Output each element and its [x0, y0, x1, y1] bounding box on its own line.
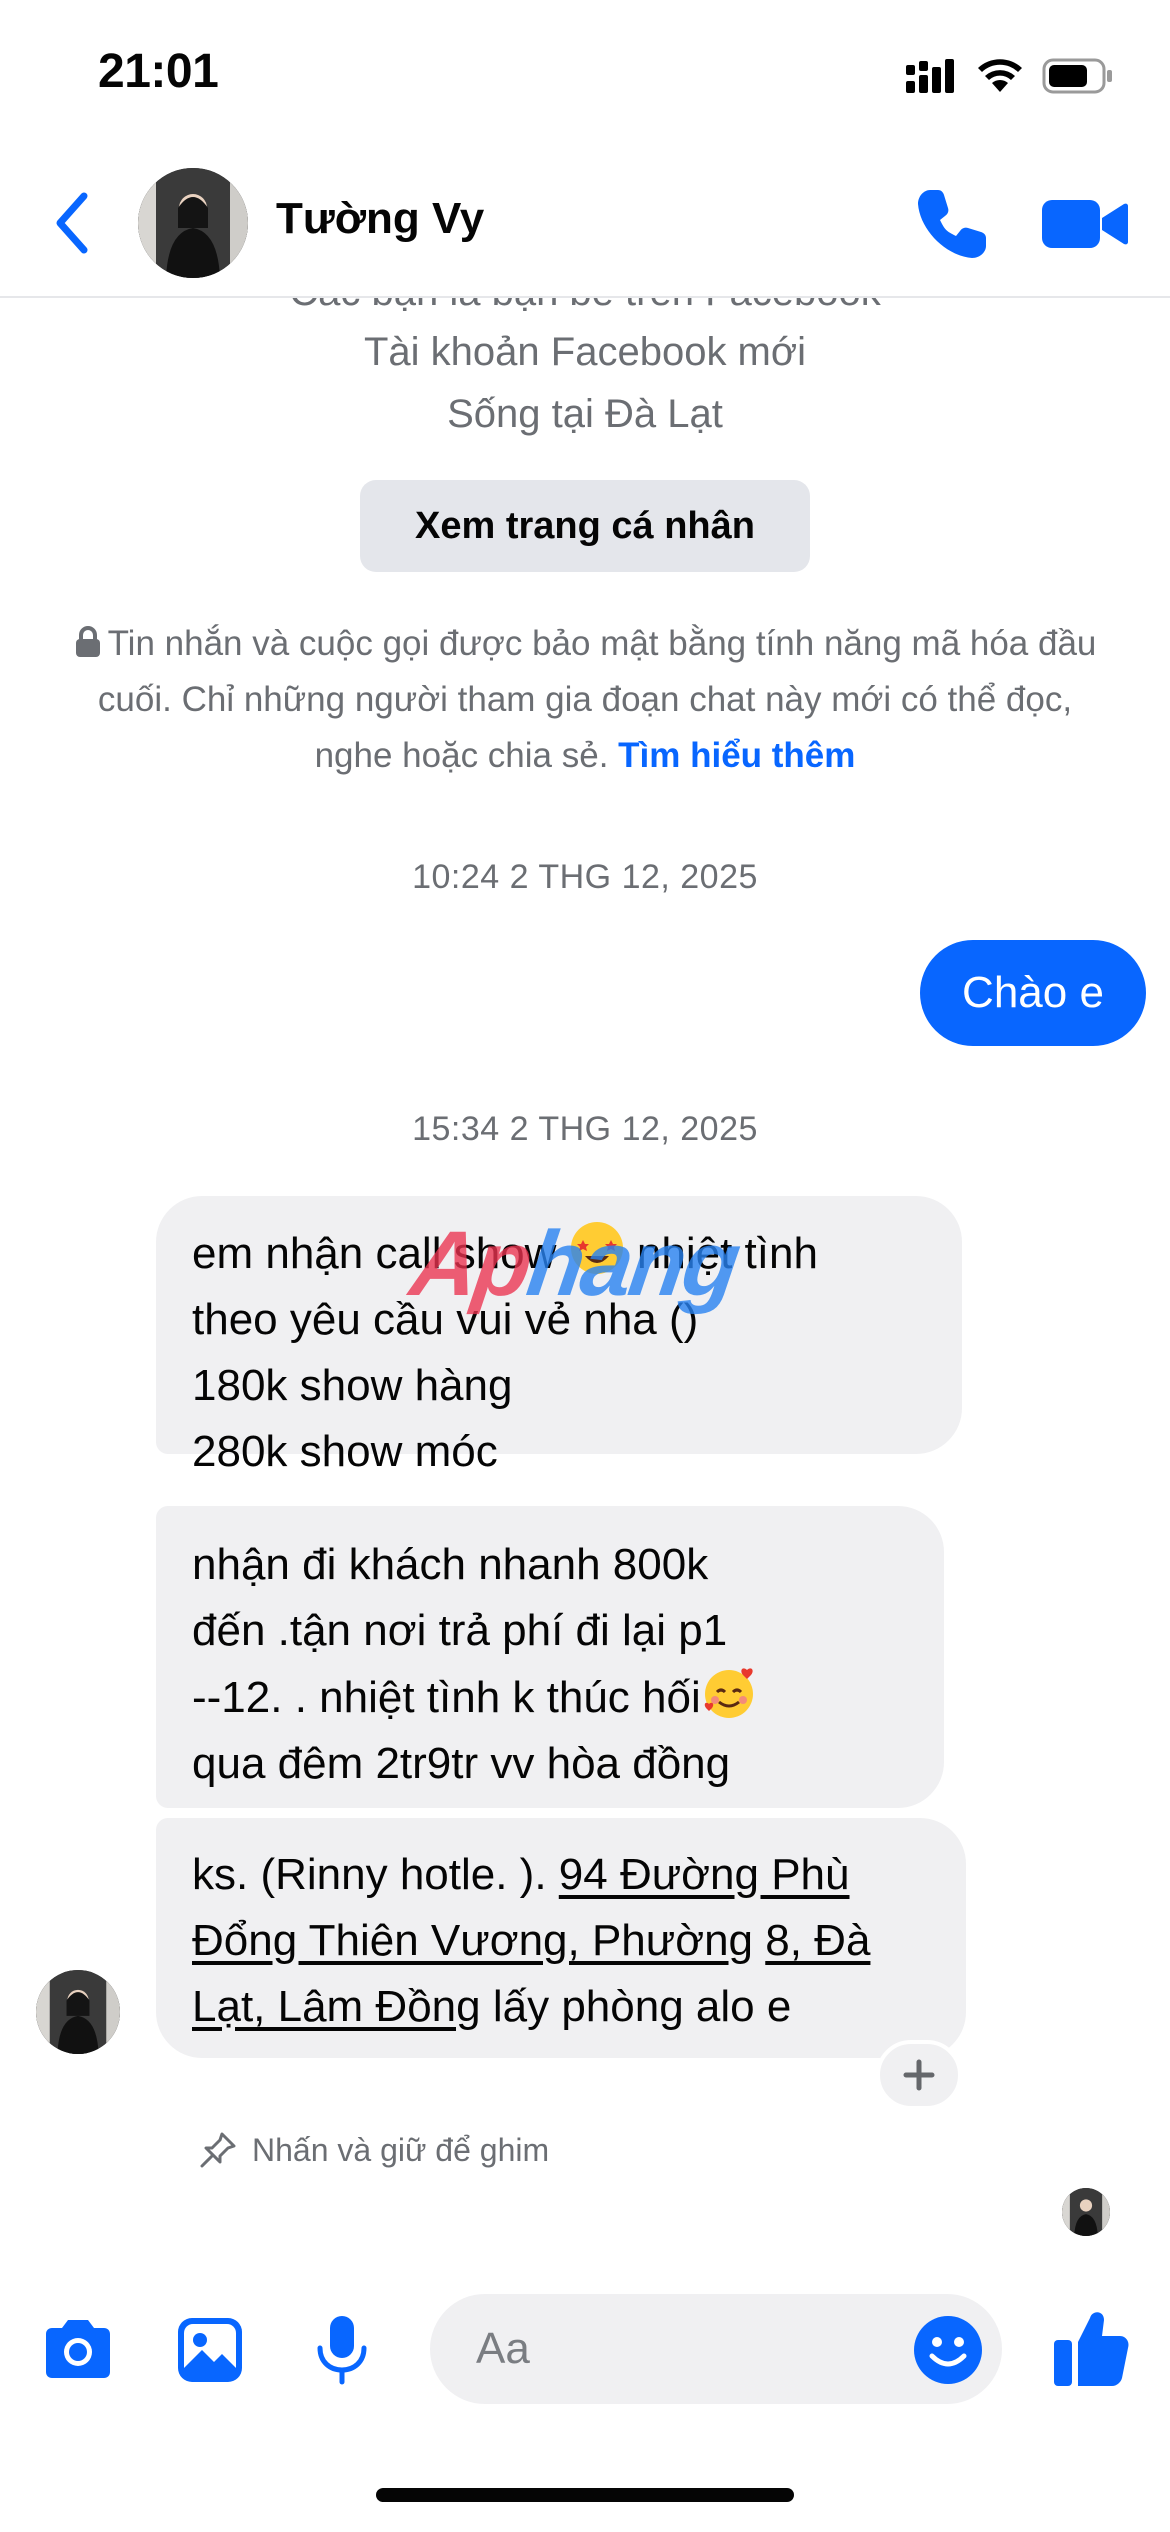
avatar-photo: [36, 1970, 120, 2054]
watermark-part: Ap: [404, 1213, 536, 1315]
encryption-text: Tin nhắn và cuộc gọi được bảo mật bằng t…: [97, 624, 1097, 775]
avatar-photo: [1062, 2188, 1110, 2236]
message-input[interactable]: Aa: [430, 2294, 1002, 2404]
pin-hint: Nhấn và giữ để ghim: [198, 2130, 549, 2170]
message-line: 280k show móc: [192, 1427, 498, 1476]
phone-icon: [918, 190, 986, 258]
watermark-logo: Aphang: [405, 1212, 744, 1317]
image-icon: [178, 2318, 242, 2382]
status-icons: [906, 52, 1114, 100]
like-button[interactable]: [1050, 2304, 1132, 2390]
wifi-icon: [978, 59, 1022, 92]
status-time: 21:01: [98, 45, 219, 98]
message-timestamp: 15:34 2 THG 12, 2025: [412, 1110, 758, 1148]
outgoing-message[interactable]: Chào e: [920, 940, 1146, 1046]
back-button[interactable]: [48, 186, 98, 260]
message-line: --12. . nhiệt tình k thúc hối: [192, 1673, 701, 1722]
watermark-part: hang: [521, 1213, 744, 1315]
location-info: Sống tại Đà Lạt: [447, 392, 723, 436]
friends-info: Các bạn là bạn bè trên Facebook: [0, 298, 1170, 315]
contact-name[interactable]: Tường Vy: [276, 194, 484, 244]
message-composer: Aa: [0, 2258, 1170, 2458]
video-call-button[interactable]: [1040, 184, 1130, 264]
voice-call-button[interactable]: [912, 184, 992, 264]
account-info: Tài khoản Facebook mới: [364, 330, 806, 374]
message-line: 180k show hàng: [192, 1361, 513, 1410]
message-text: lấy phòng alo e: [480, 1982, 792, 2031]
battery-icon: [1042, 58, 1112, 94]
message-input-placeholder: Aa: [476, 2324, 530, 2373]
incoming-message[interactable]: ks. (Rinny hotle. ). 94 Đường Phù Đổng T…: [156, 1818, 966, 2058]
pin-icon: [200, 2132, 236, 2168]
thumbs-up-icon: [1054, 2312, 1129, 2386]
message-text: ks. (Rinny hotle. ).: [192, 1850, 559, 1899]
address-link[interactable]: 8, Đà: [765, 1916, 870, 1965]
chat-header: Tường Vy: [0, 150, 1170, 298]
pin-hint-text: Nhấn và giữ để ghim: [252, 2131, 550, 2168]
camera-button[interactable]: [38, 2310, 118, 2390]
message-timestamp: 10:24 2 THG 12, 2025: [412, 858, 758, 896]
voice-message-button[interactable]: [302, 2310, 382, 2390]
add-reaction-button[interactable]: [876, 2040, 962, 2110]
smiley-icon: [914, 2316, 982, 2384]
chevron-left-icon: [56, 192, 88, 254]
status-bar: 21:01: [0, 0, 1170, 150]
gallery-button[interactable]: [170, 2310, 250, 2390]
incoming-message[interactable]: nhận đi khách nhanh 800k đến .tận nơi tr…: [156, 1506, 944, 1808]
camera-icon: [46, 2320, 110, 2378]
avatar-photo: [138, 168, 248, 278]
message-line: qua đêm 2tr9tr vv hòa đồng: [192, 1739, 731, 1788]
contact-avatar[interactable]: [138, 168, 248, 278]
seen-indicator-avatar: [1062, 2188, 1110, 2236]
address-link[interactable]: Lạt, Lâm Đồng: [192, 1982, 481, 2031]
plus-icon: [903, 2059, 935, 2091]
home-indicator[interactable]: [376, 2488, 794, 2502]
message-line: đến .tận nơi trả phí đi lại p1: [192, 1606, 728, 1655]
smiling-hearts-emoji-icon: [704, 1668, 753, 1718]
address-link[interactable]: Đổng Thiên Vương, Phường: [192, 1916, 753, 1965]
sender-avatar[interactable]: [36, 1970, 120, 2054]
lock-icon: [75, 626, 100, 657]
conversation-area[interactable]: Các bạn là bạn bè trên Facebook Tài khoả…: [0, 298, 1170, 2258]
microphone-icon: [317, 2316, 367, 2385]
video-camera-icon: [1042, 200, 1128, 248]
encryption-notice: Tin nhắn và cuộc gọi được bảo mật bằng t…: [60, 616, 1110, 784]
signal-icon: [906, 59, 954, 93]
view-profile-button[interactable]: Xem trang cá nhân: [360, 480, 810, 572]
message-line: nhận đi khách nhanh 800k: [192, 1540, 709, 1589]
learn-more-link[interactable]: Tìm hiểu thêm: [618, 736, 855, 775]
message-text: [753, 1916, 765, 1965]
address-link[interactable]: 94 Đường Phù: [559, 1850, 850, 1899]
emoji-button[interactable]: [912, 2314, 984, 2386]
